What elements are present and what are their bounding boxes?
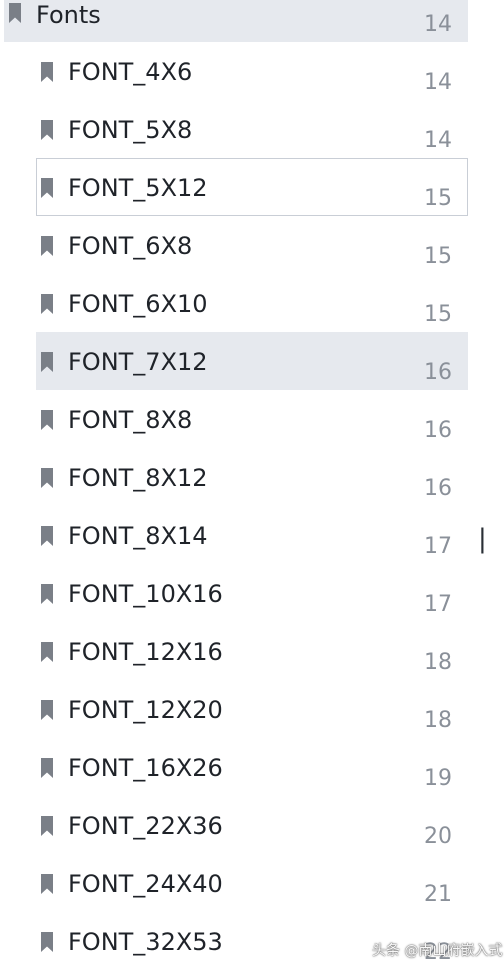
bookmark-item[interactable]: FONT_5X8 14 bbox=[36, 100, 468, 158]
bookmark-item-focused[interactable]: FONT_5X12 15 bbox=[36, 158, 468, 216]
bookmark-icon bbox=[40, 700, 54, 720]
bookmark-icon bbox=[40, 352, 54, 372]
bookmark-page-number: 20 bbox=[424, 824, 452, 849]
bookmark-label: FONT_12X20 bbox=[68, 696, 223, 724]
bookmark-page-number: 19 bbox=[424, 766, 452, 791]
bookmark-item[interactable]: FONT_8X12 16 bbox=[36, 448, 468, 506]
bookmark-icon bbox=[8, 3, 22, 23]
bookmark-label: Fonts bbox=[36, 1, 101, 29]
bookmark-page-number: 15 bbox=[424, 302, 452, 327]
bookmark-label: FONT_4X6 bbox=[68, 58, 193, 86]
bookmark-item[interactable]: FONT_8X14 17 bbox=[36, 506, 468, 564]
bookmark-page-number: 18 bbox=[424, 650, 452, 675]
bookmark-page-number: 15 bbox=[424, 244, 452, 269]
bookmark-icon bbox=[40, 236, 54, 256]
bookmark-icon bbox=[40, 584, 54, 604]
bookmark-page-number: 14 bbox=[424, 128, 452, 153]
bookmark-label: FONT_5X8 bbox=[68, 116, 193, 144]
bookmark-icon bbox=[40, 932, 54, 952]
bookmark-label: FONT_8X12 bbox=[68, 464, 208, 492]
bookmark-item-fonts[interactable]: Fonts 14 bbox=[4, 0, 468, 42]
bookmark-label: FONT_16X26 bbox=[68, 754, 223, 782]
bookmark-page-number: 21 bbox=[424, 882, 452, 907]
bookmark-label: FONT_8X8 bbox=[68, 406, 193, 434]
bookmark-label: FONT_12X16 bbox=[68, 638, 223, 666]
bookmark-page-number: 14 bbox=[424, 70, 452, 95]
bookmark-page-number: 15 bbox=[424, 186, 452, 211]
bookmark-item[interactable]: FONT_16X26 19 bbox=[36, 738, 468, 796]
bookmark-item[interactable]: FONT_22X36 20 bbox=[36, 796, 468, 854]
bookmark-label: FONT_6X10 bbox=[68, 290, 208, 318]
bookmark-icon bbox=[40, 178, 54, 198]
bookmark-label: FONT_32X53 bbox=[68, 928, 223, 956]
bookmark-icon bbox=[40, 758, 54, 778]
bookmark-icon bbox=[40, 642, 54, 662]
bookmark-icon bbox=[40, 874, 54, 894]
bookmark-item[interactable]: FONT_32X53 22 bbox=[36, 912, 468, 970]
bookmark-label: FONT_8X14 bbox=[68, 522, 208, 550]
bookmark-item-selected[interactable]: FONT_7X12 16 bbox=[36, 332, 468, 390]
bookmark-label: FONT_7X12 bbox=[68, 348, 208, 376]
bookmark-icon bbox=[40, 62, 54, 82]
bookmark-page-number: 16 bbox=[424, 360, 452, 385]
bookmark-icon bbox=[40, 410, 54, 430]
bookmark-page-number: 16 bbox=[424, 476, 452, 501]
bookmark-item[interactable]: FONT_12X20 18 bbox=[36, 680, 468, 738]
bookmark-icon bbox=[40, 294, 54, 314]
bookmarks-panel: Fonts 14 FONT_4X6 14 FONT_5X8 14 FONT_5X… bbox=[0, 0, 504, 970]
bookmark-page-number: 18 bbox=[424, 708, 452, 733]
bookmark-icon bbox=[40, 816, 54, 836]
bookmark-label: FONT_6X8 bbox=[68, 232, 193, 260]
bookmark-item[interactable]: FONT_4X6 14 bbox=[36, 42, 468, 100]
bookmark-label: FONT_24X40 bbox=[68, 870, 223, 898]
bookmark-page-number: 17 bbox=[424, 592, 452, 617]
bookmark-item[interactable]: FONT_24X40 21 bbox=[36, 854, 468, 912]
bookmark-page-number: 17 bbox=[424, 534, 452, 559]
bookmark-label: FONT_5X12 bbox=[68, 174, 208, 202]
bookmark-icon bbox=[40, 120, 54, 140]
document-edge-glyph: | bbox=[478, 524, 487, 554]
bookmark-icon bbox=[40, 526, 54, 546]
bookmark-page-number: 14 bbox=[424, 12, 452, 37]
bookmark-label: FONT_22X36 bbox=[68, 812, 223, 840]
bookmark-label: FONT_10X16 bbox=[68, 580, 223, 608]
bookmark-item[interactable]: FONT_10X16 17 bbox=[36, 564, 468, 622]
bookmark-item[interactable]: FONT_8X8 16 bbox=[36, 390, 468, 448]
bookmark-page-number: 16 bbox=[424, 418, 452, 443]
bookmark-icon bbox=[40, 468, 54, 488]
bookmark-item[interactable]: FONT_12X16 18 bbox=[36, 622, 468, 680]
bookmark-item[interactable]: FONT_6X10 15 bbox=[36, 274, 468, 332]
bookmark-item[interactable]: FONT_6X8 15 bbox=[36, 216, 468, 274]
watermark-text: 头条 @南山府嵌入式 bbox=[372, 943, 503, 959]
